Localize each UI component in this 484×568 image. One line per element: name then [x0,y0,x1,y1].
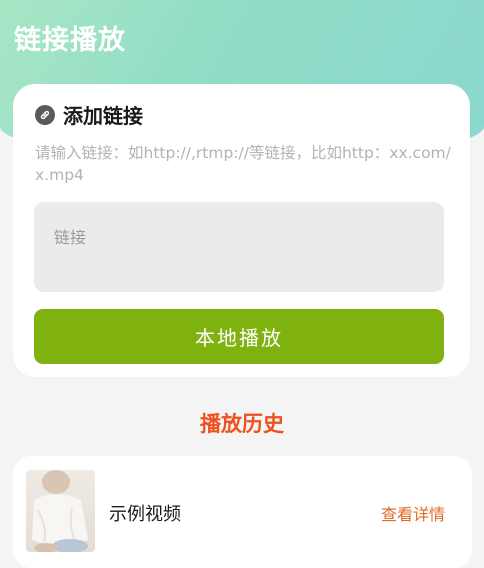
history-title: 播放历史 [200,412,284,436]
view-details-link[interactable]: 查看详情 [381,501,445,525]
link-input-box[interactable] [34,202,444,292]
page-title: 链接播放 [14,25,126,56]
link-input[interactable] [34,202,444,292]
history-list-item[interactable]: 示例视频 查看详情 [13,456,472,568]
video-thumbnail [26,470,95,552]
link-icon [35,104,55,125]
add-link-card: 添加链接 请输入链接：如http://,rtmp://等链接，比如http：xx… [13,84,470,377]
add-link-title: 添加链接 [63,104,143,128]
video-title: 示例视频 [109,504,181,525]
add-link-header: 添加链接 [35,100,143,129]
link-hint-text: 请输入链接：如http://,rtmp://等链接，比如http：xx.com/… [35,144,451,184]
local-play-button[interactable]: 本地播放 [34,309,444,364]
